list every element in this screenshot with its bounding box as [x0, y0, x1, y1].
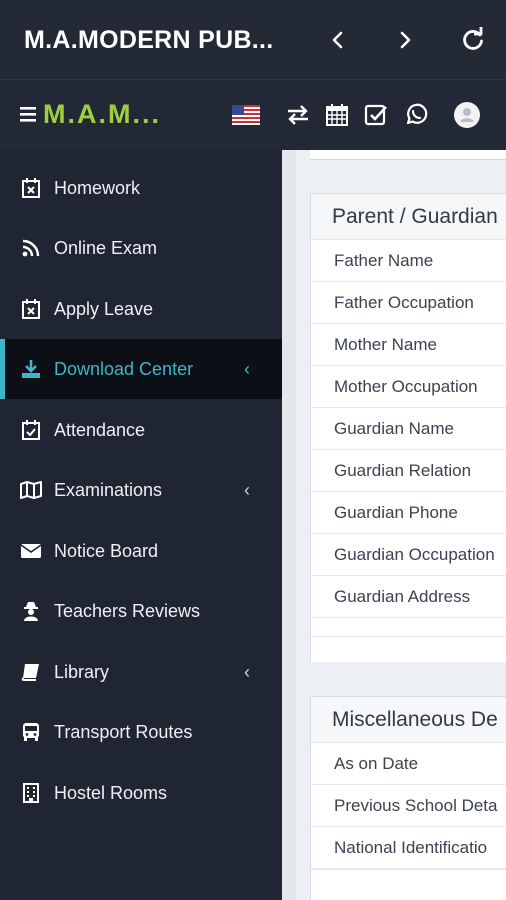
tasks-button[interactable] [362, 101, 390, 129]
content-divider [282, 150, 296, 900]
chevron-left-icon [332, 31, 343, 49]
app-bar: M.A.MODERN PUB... [0, 0, 506, 80]
sidebar-item-label: Download Center [54, 358, 194, 379]
sidebar-item-apply-leave[interactable]: Apply Leave [0, 279, 282, 339]
swap-icon [288, 105, 308, 125]
whatsapp-icon [406, 103, 428, 125]
profile-avatar-button[interactable] [453, 101, 481, 129]
refresh-icon [463, 27, 483, 50]
refresh-button[interactable] [455, 22, 491, 58]
calendar-x-icon [20, 177, 42, 199]
calendar-x-icon [20, 298, 42, 320]
sidebar-item-online-exam[interactable]: Online Exam [0, 218, 282, 278]
sidebar-item-notice-board[interactable]: Notice Board [0, 521, 282, 581]
map-icon [20, 479, 42, 501]
previous-panel-bottom [310, 150, 506, 160]
table-row: Mother Occupation [311, 366, 506, 408]
sidebar-item-teachers-reviews[interactable]: Teachers Reviews [0, 581, 282, 641]
table-row: Guardian Relation [311, 450, 506, 492]
forward-button[interactable] [387, 22, 423, 58]
user-secret-icon [20, 600, 42, 622]
sidebar-item-examinations[interactable]: Examinations ‹ [0, 460, 282, 520]
switch-button[interactable] [284, 101, 312, 129]
app-title: M.A.MODERN PUB... [24, 26, 274, 54]
sidebar-item-label: Teachers Reviews [54, 600, 201, 621]
panel-title: Parent / Guardian [311, 194, 506, 240]
rss-icon [20, 237, 42, 259]
table-row: Mother Name [311, 324, 506, 366]
chevron-left-icon: ‹ [244, 479, 250, 500]
sidebar-item-label: Homework [54, 177, 141, 198]
sidebar-item-label: Hostel Rooms [54, 782, 168, 803]
chevron-left-icon: ‹ [244, 661, 250, 682]
sidebar-item-label: Notice Board [54, 540, 159, 561]
language-selector[interactable] [232, 101, 260, 129]
bus-icon [20, 721, 42, 743]
table-row: Father Occupation [311, 282, 506, 324]
calendar-check-icon [20, 419, 42, 441]
envelope-icon [20, 540, 42, 562]
sidebar-item-transport-routes[interactable]: Transport Routes [0, 702, 282, 762]
sidebar-item-label: Transport Routes [54, 721, 193, 742]
sidebar-item-attendance[interactable]: Attendance [0, 400, 282, 460]
table-row: Guardian Phone [311, 492, 506, 534]
table-row: Father Name [311, 240, 506, 282]
download-icon [20, 358, 42, 380]
back-button[interactable] [320, 22, 356, 58]
brand-logo-text[interactable]: M.A.M... [43, 99, 161, 130]
active-indicator [0, 339, 5, 399]
building-icon [20, 782, 42, 804]
sidebar-item-label: Library [54, 661, 110, 682]
sidebar-item-label: Apply Leave [54, 298, 154, 319]
sidebar-item-label: Attendance [54, 419, 146, 440]
sidebar-item-hostel-rooms[interactable]: Hostel Rooms [0, 763, 282, 823]
book-icon [20, 661, 42, 683]
table-row: As on Date [311, 743, 506, 785]
table-row: Guardian Address [311, 576, 506, 618]
table-row: Previous School Deta [311, 785, 506, 827]
menu-toggle-button[interactable] [20, 106, 38, 127]
parent-guardian-panel: Parent / Guardian Father Name Father Occ… [310, 193, 506, 662]
sidebar-item-homework[interactable]: Homework [0, 158, 282, 218]
flag-us-icon [232, 105, 260, 125]
chevron-right-icon [400, 31, 411, 49]
panel-footer [311, 636, 506, 662]
sidebar-item-label: Examinations [54, 479, 163, 500]
panel-footer [311, 869, 506, 895]
hamburger-icon [20, 107, 36, 122]
table-row: National Identificatio [311, 827, 506, 869]
sidebar-item-label: Online Exam [54, 237, 158, 258]
sidebar-item-download-center[interactable]: Download Center ‹ [0, 339, 282, 399]
panel-title: Miscellaneous De [311, 697, 506, 743]
chevron-left-icon: ‹ [244, 358, 250, 379]
sidebar-item-library[interactable]: Library ‹ [0, 642, 282, 702]
whatsapp-button[interactable] [402, 101, 430, 129]
calendar-icon [326, 104, 348, 126]
miscellaneous-details-panel: Miscellaneous De As on Date Previous Sch… [310, 696, 506, 900]
check-square-icon [364, 104, 387, 126]
avatar-icon [454, 102, 480, 128]
calendar-button[interactable] [323, 101, 351, 129]
table-row: Guardian Occupation [311, 534, 506, 576]
table-row: Guardian Name [311, 408, 506, 450]
